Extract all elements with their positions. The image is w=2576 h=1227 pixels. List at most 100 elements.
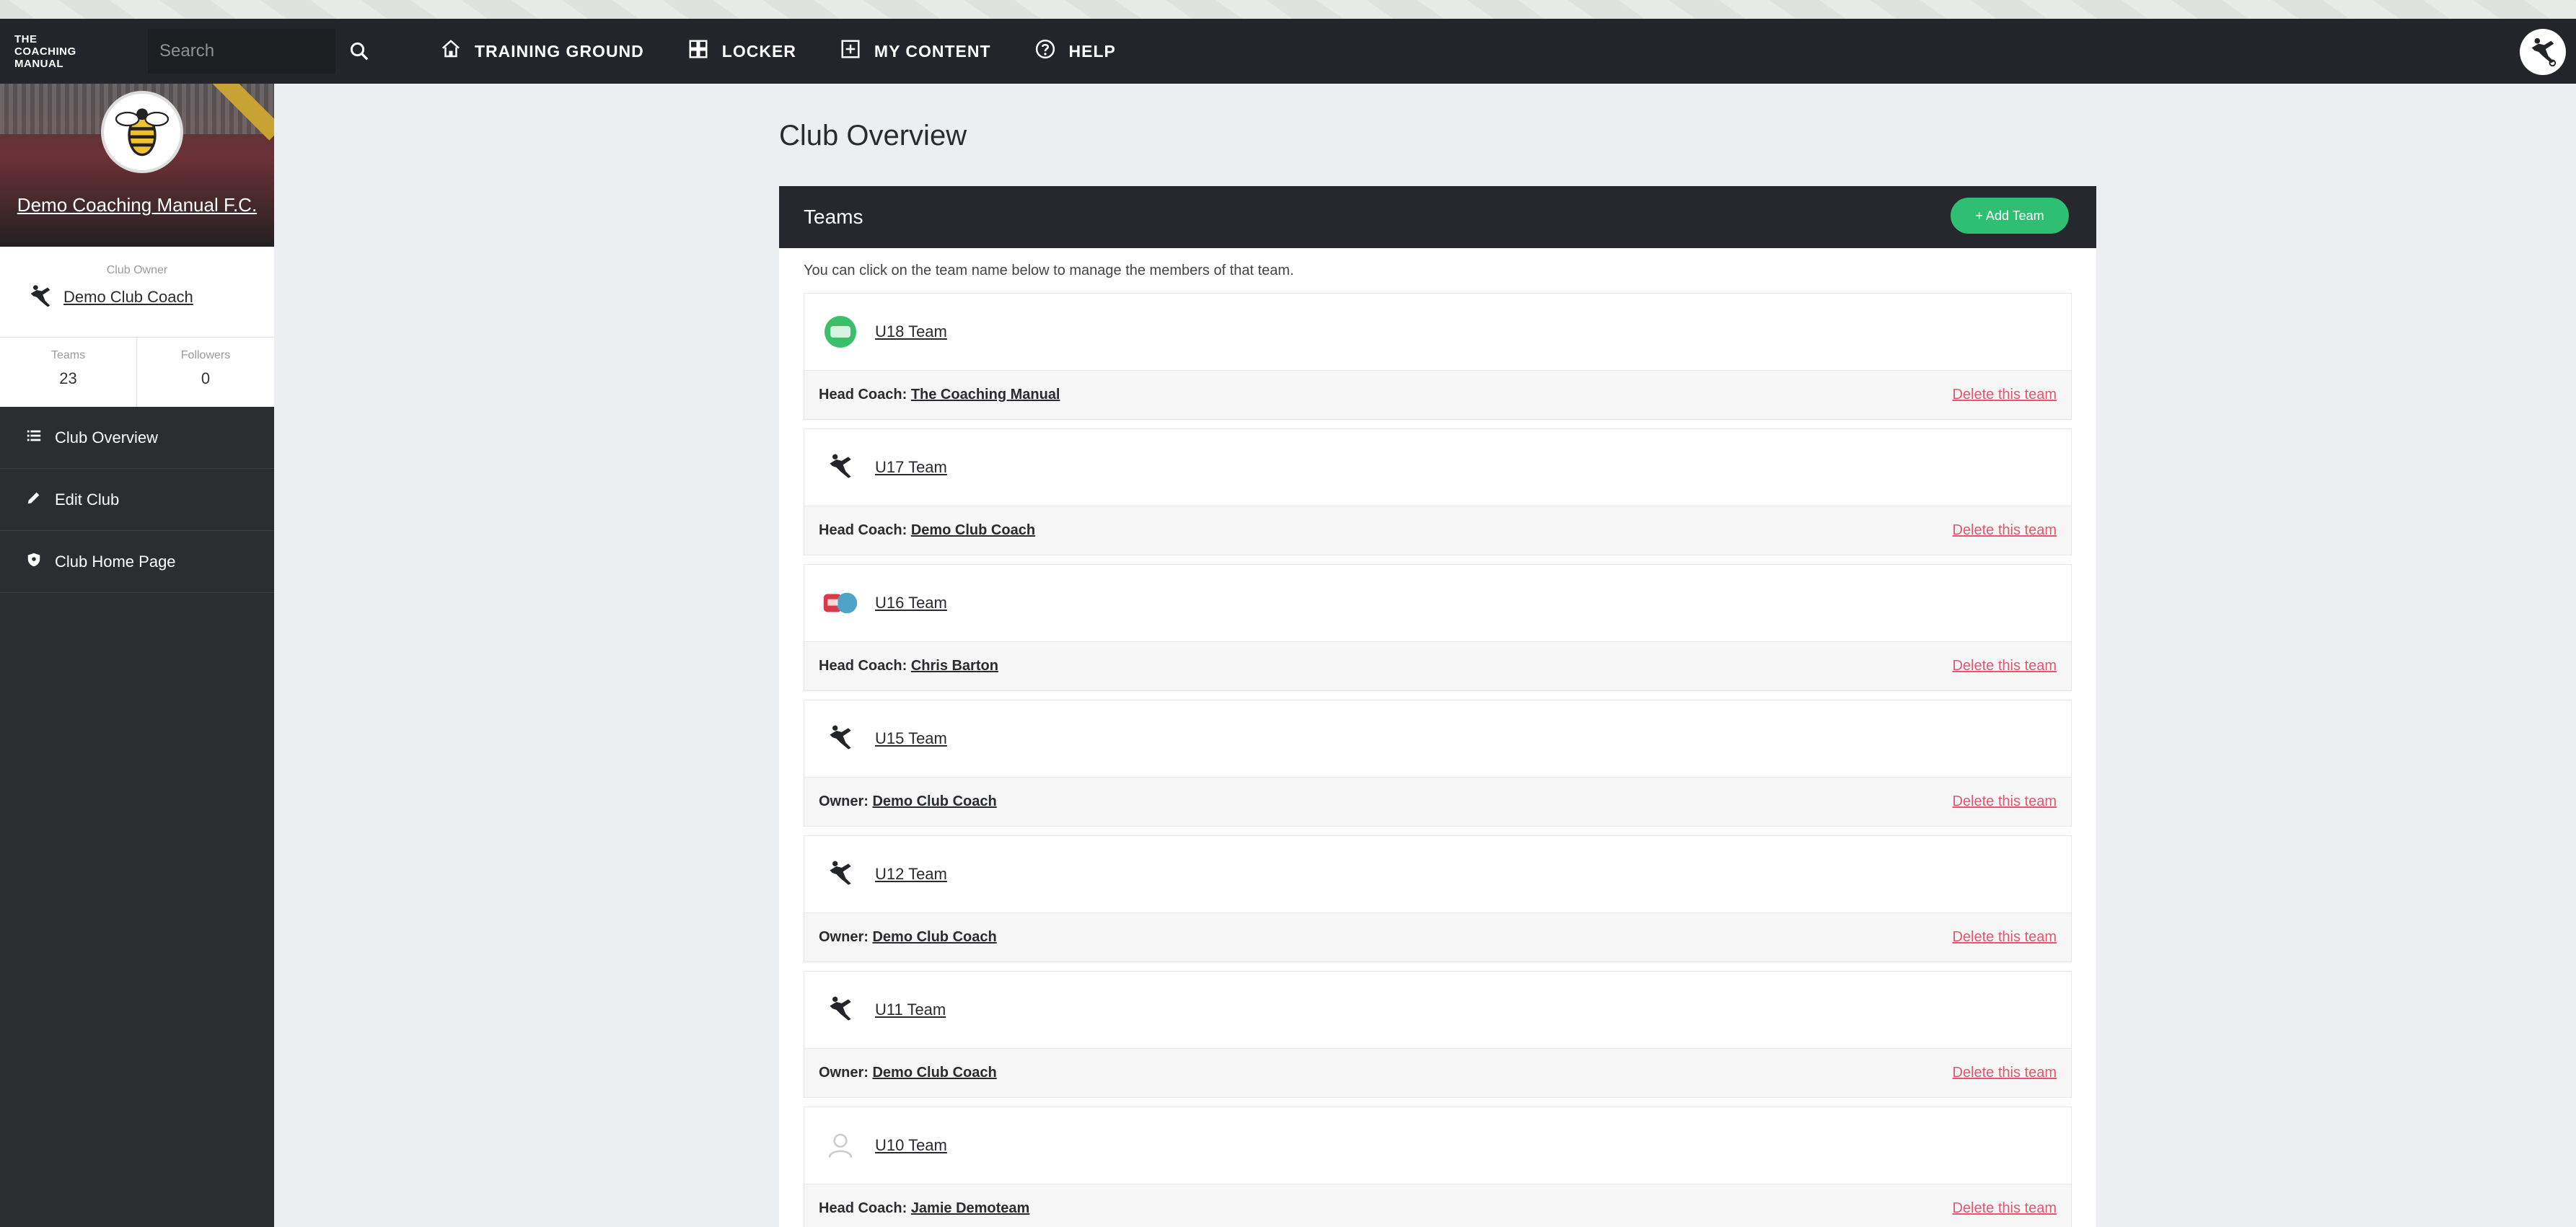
coach-name-link[interactable]: Chris Barton	[911, 658, 998, 674]
stat-label: Followers	[180, 349, 231, 361]
coach-name-link[interactable]: The Coaching Manual	[911, 387, 1060, 403]
coach-name-link[interactable]: Demo Club Coach	[911, 522, 1035, 538]
team-list: U18 Team Head Coach: The Coaching Manual D…	[779, 293, 2096, 1227]
team-header: U15 Team	[804, 700, 2071, 777]
team-header: U16 Team	[804, 565, 2071, 641]
delete-team-link[interactable]: Delete this team	[1952, 1065, 2057, 1081]
player-icon	[822, 720, 859, 757]
coach-line: Head Coach: The Coaching Manual	[819, 387, 1060, 403]
nav-label: LOCKER	[721, 41, 796, 61]
nav-label: HELP	[1068, 41, 1116, 61]
team-footer: Head Coach: The Coaching Manual Delete th…	[804, 370, 2071, 419]
delete-team-link[interactable]: Delete this team	[1952, 522, 2057, 539]
team-header: U18 Team	[804, 294, 2071, 370]
team-name-link[interactable]: U18 Team	[875, 322, 947, 341]
owner-row: Demo Club Coach	[0, 283, 274, 312]
sidebar: Demo Coaching Manual F.C. Club Owner Dem…	[0, 84, 274, 1227]
club-badge-icon	[101, 91, 183, 173]
nav-label: MY CONTENT	[874, 41, 991, 61]
app-window: THE COACHING MANUAL TRAINING GROUND LOCK…	[0, 19, 2576, 1227]
team-card: U12 Team Owner: Demo Club Coach Delete thi…	[804, 835, 2072, 962]
coach-line: Head Coach: Demo Club Coach	[819, 522, 1035, 539]
team-footer: Owner: Demo Club Coach Delete this team	[804, 1048, 2071, 1097]
coach-name-link[interactable]: Demo Club Coach	[872, 929, 996, 945]
team-card: U17 Team Head Coach: Demo Club Coach Delet…	[804, 428, 2072, 555]
coach-name-link[interactable]: Jamie Demoteam	[911, 1200, 1030, 1216]
coach-line: Head Coach: Chris Barton	[819, 658, 998, 674]
green-team-icon	[822, 313, 859, 351]
add-team-button[interactable]: + Add Team	[1951, 198, 2069, 234]
player-icon	[2531, 38, 2557, 67]
coach-role: Head Coach:	[819, 387, 907, 403]
page-title: Club Overview	[779, 120, 967, 151]
coach-role: Owner:	[819, 1065, 869, 1081]
delete-team-link[interactable]: Delete this team	[1952, 929, 2057, 946]
nav-help[interactable]: HELP	[1034, 38, 1116, 64]
player-icon	[822, 449, 859, 486]
main-nav: TRAINING GROUND LOCKER MY CONTENT HELP	[440, 19, 1116, 84]
user-avatar[interactable]	[2520, 29, 2566, 75]
coach-line: Owner: Demo Club Coach	[819, 929, 997, 946]
coach-role: Owner:	[819, 929, 869, 945]
coach-role: Head Coach:	[819, 658, 907, 674]
panel-header: Teams + Add Team	[779, 186, 2096, 248]
team-name-link[interactable]: U15 Team	[875, 729, 947, 748]
team-header: U11 Team	[804, 972, 2071, 1048]
delete-team-link[interactable]: Delete this team	[1952, 387, 2057, 403]
nav-training-ground[interactable]: TRAINING GROUND	[440, 38, 644, 64]
nav-locker[interactable]: LOCKER	[687, 38, 796, 64]
coach-name-link[interactable]: Demo Club Coach	[872, 793, 996, 809]
stat-label: Teams	[50, 349, 86, 361]
help-icon	[1034, 38, 1056, 64]
locker-icon	[687, 38, 709, 64]
team-name-link[interactable]: U12 Team	[875, 865, 947, 884]
team-header: U12 Team	[804, 836, 2071, 912]
coach-role: Owner:	[819, 793, 869, 809]
nav-my-content[interactable]: MY CONTENT	[840, 38, 991, 64]
delete-team-link[interactable]: Delete this team	[1952, 793, 2057, 810]
player-icon	[822, 991, 859, 1029]
club-owner-box: Club Owner Demo Club Coach	[0, 247, 274, 338]
coach-line: Owner: Demo Club Coach	[819, 1065, 997, 1081]
menu-edit-club[interactable]: Edit Club	[0, 469, 274, 531]
top-bar: THE COACHING MANUAL TRAINING GROUND LOCK…	[0, 19, 2576, 84]
team-name-link[interactable]: U11 Team	[875, 1000, 946, 1019]
team-footer: Head Coach: Chris Barton Delete this team	[804, 641, 2071, 690]
list-icon	[26, 428, 42, 448]
club-stats: Teams 23 Followers 0	[0, 338, 274, 407]
team-card: U18 Team Head Coach: The Coaching Manual D…	[804, 293, 2072, 420]
menu-label: Club Overview	[55, 428, 159, 447]
club-name-link[interactable]: Demo Coaching Manual F.C.	[0, 192, 274, 218]
player-icon	[30, 285, 50, 307]
team-card: U11 Team Owner: Demo Club Coach Delete thi…	[804, 971, 2072, 1098]
stat-value: 0	[201, 369, 211, 387]
team-name-link[interactable]: U16 Team	[875, 594, 947, 612]
team-header: U17 Team	[804, 429, 2071, 506]
team-card: U10 Team Head Coach: Jamie Demoteam Delete…	[804, 1107, 2072, 1227]
owner-name-link[interactable]: Demo Club Coach	[63, 288, 193, 307]
delete-team-link[interactable]: Delete this team	[1952, 1200, 2057, 1217]
team-header: U10 Team	[804, 1107, 2071, 1184]
menu-club-home-page[interactable]: Club Home Page	[0, 531, 274, 593]
coach-name-link[interactable]: Demo Club Coach	[872, 1065, 996, 1081]
coaching-manual-logo[interactable]: THE COACHING MANUAL	[0, 19, 133, 84]
player-icon	[822, 856, 859, 893]
delete-team-link[interactable]: Delete this team	[1952, 658, 2057, 674]
stat-teams: Teams 23	[0, 338, 137, 407]
team-name-link[interactable]: U17 Team	[875, 458, 947, 477]
search-input[interactable]	[148, 29, 335, 74]
team-name-link[interactable]: U10 Team	[875, 1136, 947, 1155]
teams-panel: Teams + Add Team You can click on the te…	[779, 186, 2096, 1227]
team-footer: Owner: Demo Club Coach Delete this team	[804, 912, 2071, 962]
menu-label: Club Home Page	[55, 552, 176, 571]
search-box	[148, 29, 335, 74]
coach-role: Head Coach:	[819, 522, 907, 538]
club-banner: Demo Coaching Manual F.C.	[0, 84, 274, 247]
user-placeholder-icon	[822, 1127, 859, 1164]
search-icon[interactable]	[343, 35, 376, 68]
team-card: U16 Team Head Coach: Chris Barton Delete t…	[804, 564, 2072, 691]
menu-club-overview[interactable]: Club Overview	[0, 407, 274, 469]
team-card: U15 Team Owner: Demo Club Coach Delete thi…	[804, 700, 2072, 827]
nav-label: TRAINING GROUND	[475, 41, 644, 61]
owner-label: Club Owner	[106, 264, 168, 276]
